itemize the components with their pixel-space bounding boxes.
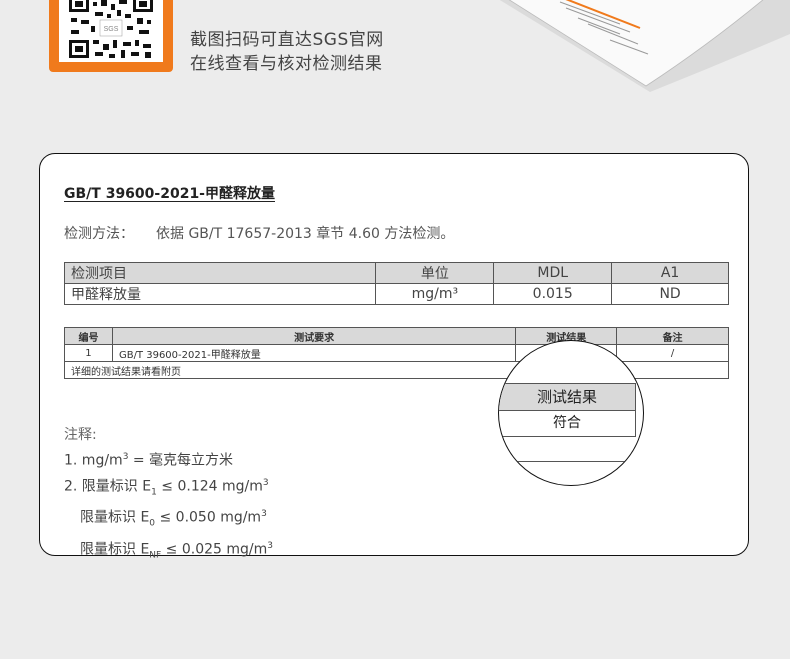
- table-row: 甲醛释放量 mg/m³ 0.015 ND: [63, 283, 729, 305]
- test-method-label: 检测方法：: [64, 226, 134, 242]
- qr-code-panel: SGS: [59, 0, 163, 62]
- requirement-table-header: 编号 测试要求 测试结果 备注: [64, 327, 729, 345]
- magnified-result-header: 测试结果: [499, 383, 635, 411]
- note-line: 限量标识 E0 ≤ 0.050 mg/m3: [80, 509, 267, 529]
- table-row: 1 GB/T 39600-2021-甲醛释放量 /: [64, 344, 729, 362]
- header-cell-item: 检测项目: [63, 262, 377, 284]
- header-cell-remark: 备注: [616, 327, 729, 345]
- notes-section: 注释: 1. mg/m3 = 毫克每立方米 2. 限量标识 E1 ≤ 0.124…: [64, 424, 273, 566]
- qr-code-icon: SGS: [67, 0, 155, 60]
- scan-instruction: 截图扫码可直达SGS官网 在线查看与核对检测结果: [190, 28, 384, 76]
- test-report-card: GB/T 39600-2021-甲醛释放量 检测方法： 依据 GB/T 17657…: [39, 153, 749, 560]
- qr-logo-text: SGS: [104, 26, 119, 33]
- cell-a1: ND: [611, 283, 729, 305]
- magnified-divider: [499, 461, 643, 462]
- header-cell-unit: 单位: [375, 262, 495, 284]
- cell-unit: mg/m³: [375, 283, 495, 305]
- magnified-result-value: 符合: [499, 410, 635, 437]
- cell-mdl: 0.015: [493, 283, 613, 305]
- result-table-header: 检测项目 单位 MDL A1: [63, 262, 729, 284]
- magnifier-lens: 测试结果 符合: [498, 340, 644, 486]
- header-cell-number: 编号: [64, 327, 113, 345]
- cell-number: 1: [64, 344, 113, 362]
- test-method: 检测方法： 依据 GB/T 17657-2013 章节 4.60 方法检测。: [64, 223, 454, 243]
- cell-requirement: GB/T 39600-2021-甲醛释放量: [111, 344, 517, 362]
- test-method-text: 依据 GB/T 17657-2013 章节 4.60 方法检测。: [156, 226, 455, 242]
- header-cell-requirement: 测试要求: [111, 327, 517, 345]
- magnified-divider: [635, 383, 636, 437]
- note-line: 2. 限量标识 E1 ≤ 0.124 mg/m3: [64, 477, 269, 498]
- result-table: 检测项目 单位 MDL A1 甲醛释放量 mg/m³ 0.015 ND: [63, 262, 729, 305]
- note-line: 限量标识 ENF ≤ 0.025 mg/m3: [80, 540, 273, 561]
- cell-remark: /: [616, 344, 729, 362]
- scan-instruction-line1: 截图扫码可直达SGS官网: [190, 30, 384, 50]
- report-paper-corner: [499, 0, 790, 92]
- scan-instruction-line2: 在线查看与核对检测结果: [190, 54, 383, 74]
- header-cell-a1: A1: [611, 262, 729, 284]
- note-line: 1. mg/m3 = 毫克每立方米: [64, 452, 234, 469]
- notes-label: 注释:: [64, 427, 97, 443]
- report-title: GB/T 39600-2021-甲醛释放量: [64, 186, 275, 202]
- cell-item: 甲醛释放量: [63, 283, 377, 305]
- qr-code-frame: SGS: [49, 0, 173, 72]
- header-cell-mdl: MDL: [493, 262, 613, 284]
